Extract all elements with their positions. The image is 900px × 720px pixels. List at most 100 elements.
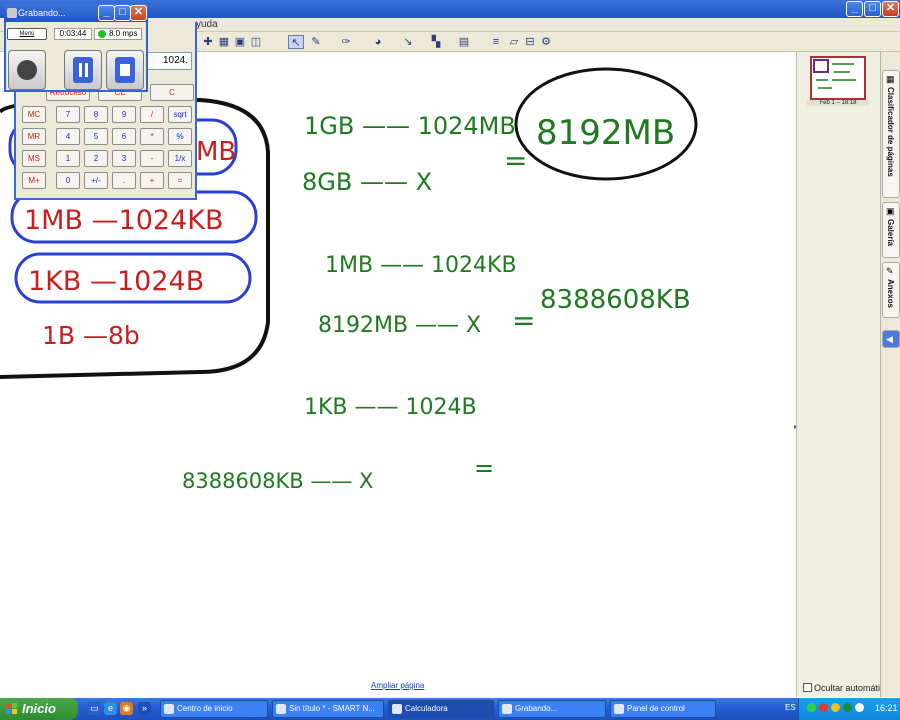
red-line-3: 1B —8b [42,321,140,350]
calc-key-0-2[interactable]: 8 [84,106,108,123]
taskbar-item-1[interactable]: Sin título * - SMART N... [272,700,384,718]
recorder-menu-button[interactable]: Menú [7,28,47,40]
window-icon [276,704,286,714]
pause-button[interactable] [64,50,102,90]
shape-icon[interactable]: ◕ [370,35,386,49]
green-line-4: 8192MB —— X [318,313,481,338]
thumbnail-label: Feb 1 – 18:18 [807,100,869,106]
properties-icon[interactable]: ▤ [456,35,472,49]
calc-key-1-3[interactable]: 6 [112,128,136,145]
green-result-2: 8388608KB [540,285,691,315]
pen-icon[interactable]: ✎ [308,35,324,49]
window-icon [502,704,512,714]
calc-key-0-1[interactable]: 7 [56,106,80,123]
minimize-button[interactable]: _ [846,1,863,17]
calc-key-3-3[interactable]: . [112,172,136,189]
maximize-button[interactable]: □ [864,1,881,17]
calc-key-2-3[interactable]: 3 [112,150,136,167]
page-sorter-panel: Feb 1 – 18:18 Ocultar automátic [796,52,885,697]
line-icon[interactable]: ↘ [400,35,416,49]
stop-button[interactable] [106,50,144,90]
media-icon[interactable]: ◉ [120,702,133,715]
calc-key-0-5[interactable]: sqrt [168,106,192,123]
recorder-app-icon [7,8,17,18]
network-icon[interactable] [807,703,816,712]
recorder-tray-icon[interactable] [843,703,852,712]
move-toolbar-icon[interactable]: ≡ [488,35,504,49]
window-icon [392,704,402,714]
calc-key-0-3[interactable]: 9 [112,106,136,123]
calc-key-1-5[interactable]: % [168,128,192,145]
fill-icon[interactable]: ▚ [428,35,444,49]
more-icon[interactable]: ⚙ [538,35,554,49]
expand-page-link[interactable]: Ampliar página [371,681,424,690]
browser-icon[interactable]: e [104,702,117,715]
start-button[interactable]: Inicio [0,698,78,720]
calc-key-3-4[interactable]: + [140,172,164,189]
capture-icon[interactable]: ◫ [248,35,264,49]
calc-key-3-5[interactable]: = [168,172,192,189]
page-thumbnail[interactable] [810,56,866,100]
taskbar-item-2[interactable]: Calculadora [388,700,494,718]
update-icon[interactable] [855,703,864,712]
system-tray: ES 16:21 [785,698,900,720]
auto-hide-checkbox[interactable] [803,683,812,692]
recording-time: 0:03:44 [54,28,92,40]
green-line-2: 8GB —— X [302,168,432,196]
calc-key-3-2[interactable]: +/- [84,172,108,189]
clock: 16:21 [875,703,898,713]
attachments-icon: ✎ [886,266,894,276]
show-desktop-icon[interactable]: ▭ [88,702,101,715]
calc-key-2-5[interactable]: 1/x [168,150,192,167]
calc-key-0-4[interactable]: / [140,106,164,123]
recorder-titlebar: Grabando... _ □ ✕ [4,4,148,22]
calc-key-1-4[interactable]: * [140,128,164,145]
taskbar-item-3[interactable]: Grabando... [498,700,606,718]
taskbar-item-4[interactable]: Panel de control [610,700,716,718]
text-icon[interactable]: ⊟ [522,35,538,49]
calc-c-button[interactable]: C [150,84,194,101]
tab-gallery[interactable]: ▣ Galería [882,202,900,258]
rec-close-button[interactable]: ✕ [130,5,147,21]
tab-page-sorter[interactable]: ▦ Clasificador de páginas [882,70,900,198]
calc-key-2-4[interactable]: - [140,150,164,167]
calc-key-1-2[interactable]: 5 [84,128,108,145]
calc-key-2-1[interactable]: 1 [56,150,80,167]
calc-key-1-0[interactable]: MR [22,128,46,145]
recorder-title: Grabando... [18,8,66,18]
quicklaunch-more-icon[interactable]: » [138,702,151,715]
rec-maximize-button[interactable]: □ [114,5,131,21]
auto-hide-row[interactable]: Ocultar automátic [803,683,885,693]
volume-icon[interactable] [831,703,840,712]
taskbar-item-label: Calculadora [405,704,448,713]
calc-key-2-2[interactable]: 2 [84,150,108,167]
eraser-icon[interactable]: ▱ [506,35,522,49]
security-icon[interactable] [819,703,828,712]
start-label: Inicio [22,701,56,716]
equals-1: = [504,144,527,177]
close-button[interactable]: ✕ [882,1,899,17]
calc-key-3-1[interactable]: 0 [56,172,80,189]
taskbar-item-label: Sin título * - SMART N... [289,704,375,713]
tab-attachments[interactable]: ✎ Anexos [882,262,900,318]
language-indicator[interactable]: ES [785,703,796,712]
menu-help[interactable]: yuda [196,19,218,30]
equals-2: = [512,304,535,337]
delete-page-icon[interactable]: ▦ [216,35,232,49]
rec-minimize-button[interactable]: _ [98,5,115,21]
add-page-icon[interactable]: ✚ [200,35,216,49]
taskbar-item-label: Centro de inicio [177,704,233,713]
taskbar-item-label: Grabando... [515,704,558,713]
record-button[interactable] [8,50,46,90]
tab-arrow[interactable]: ◀ [882,330,900,348]
calc-key-1-1[interactable]: 4 [56,128,80,145]
screen-shade-icon[interactable]: ▣ [232,35,248,49]
calc-key-3-0[interactable]: M+ [22,172,46,189]
auto-hide-label: Ocultar automátic [814,683,885,693]
calc-key-2-0[interactable]: MS [22,150,46,167]
creative-pen-icon[interactable]: ✑ [338,35,354,49]
calc-key-0-0[interactable]: MC [22,106,46,123]
green-line-1: 1GB —— 1024MB [304,112,516,140]
taskbar-item-0[interactable]: Centro de inicio [160,700,268,718]
select-arrow-icon[interactable]: ↖ [288,35,304,49]
